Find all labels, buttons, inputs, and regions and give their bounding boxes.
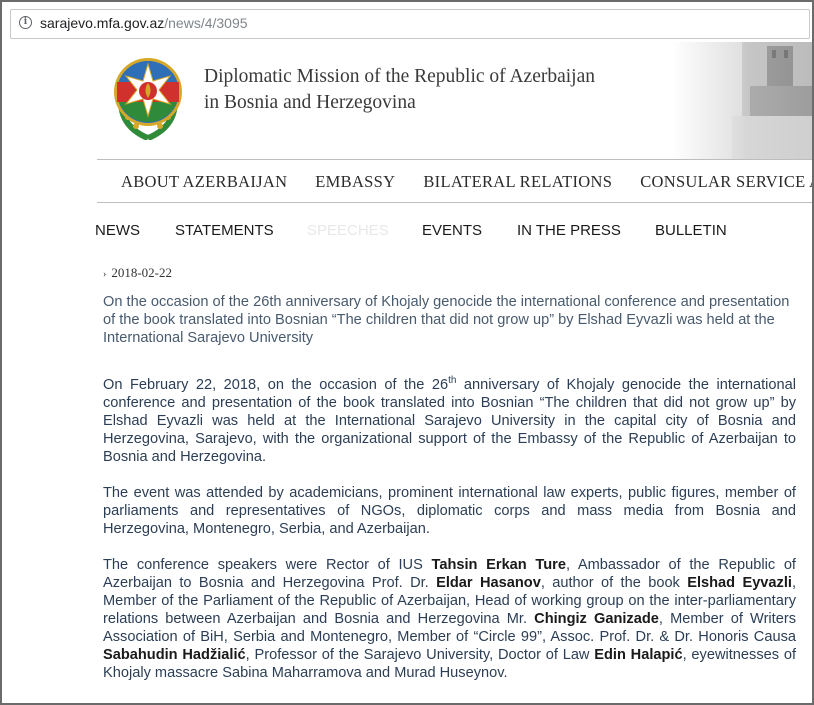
article-body: On February 22, 2018, on the occasion of… — [103, 376, 796, 700]
subnav-speeches[interactable]: SPEECHES — [307, 222, 389, 239]
azerbaijan-emblem-icon[interactable] — [108, 54, 188, 140]
speaker-name: Sabahudin Hadžialić — [103, 647, 246, 663]
subnav-statements[interactable]: STATEMENTS — [175, 222, 274, 239]
url-text[interactable]: sarajevo.mfa.gov.az/news/4/3095 — [40, 15, 248, 31]
info-icon[interactable]: i — [19, 16, 32, 29]
subnav-bulletin[interactable]: BULLETIN — [655, 222, 727, 239]
paragraph-3: The conference speakers were Rector of I… — [103, 556, 796, 682]
address-bar[interactable]: i sarajevo.mfa.gov.az/news/4/3095 — [10, 9, 810, 39]
url-path: /news/4/3095 — [164, 15, 248, 31]
nav-bilateral-relations[interactable]: BILATERAL RELATIONS — [423, 172, 612, 192]
paragraph-2: The event was attended by academicians, … — [103, 485, 796, 537]
subnav-news[interactable]: NEWS — [95, 222, 140, 239]
p1-text-a: On February 22, 2018, on the occasion of… — [103, 377, 449, 393]
speaker-name: Edin Halapić — [594, 647, 683, 663]
p3-text: , author of the book — [540, 575, 688, 591]
nav-embassy[interactable]: EMBASSY — [315, 172, 395, 192]
article-headline: On the occasion of the 26th anniversary … — [103, 294, 790, 346]
subnav-events[interactable]: EVENTS — [422, 222, 482, 239]
top-navigation: ABOUT AZERBAIJAN EMBASSY BILATERAL RELATIO… — [97, 159, 812, 203]
subnav-in-the-press[interactable]: IN THE PRESS — [517, 222, 621, 239]
url-domain: sarajevo.mfa.gov.az — [40, 15, 165, 31]
nav-about-azerbaijan[interactable]: ABOUT AZERBAIJAN — [121, 172, 287, 192]
site-title[interactable]: Diplomatic Mission of the Republic of Az… — [204, 64, 595, 116]
speaker-name: Tahsin Erkan Ture — [431, 557, 566, 573]
p3-text: The conference speakers were Rector of I… — [103, 557, 432, 573]
speaker-name: Eldar Hasanov — [436, 575, 541, 591]
site-title-line-1: Diplomatic Mission of the Republic of Az… — [204, 66, 595, 87]
browser-window: i sarajevo.mfa.gov.az/news/4/3095 Diplom… — [0, 0, 814, 705]
paragraph-1: On February 22, 2018, on the occasion of… — [103, 376, 796, 466]
speaker-name: Elshad Eyvazli — [687, 575, 792, 591]
nav-consular-service[interactable]: CONSULAR SERVICE A — [640, 172, 812, 192]
site-title-line-2: in Bosnia and Herzegovina — [204, 92, 416, 113]
article-date: › 2018-02-22 — [103, 265, 172, 281]
p3-text: , Professor of the Sarajevo University, … — [245, 647, 595, 663]
header-photo — [672, 42, 812, 160]
chevron-right-icon: › — [103, 269, 107, 280]
date-text: 2018-02-22 — [111, 265, 173, 280]
speaker-name: Chingiz Ganizade — [534, 611, 659, 627]
